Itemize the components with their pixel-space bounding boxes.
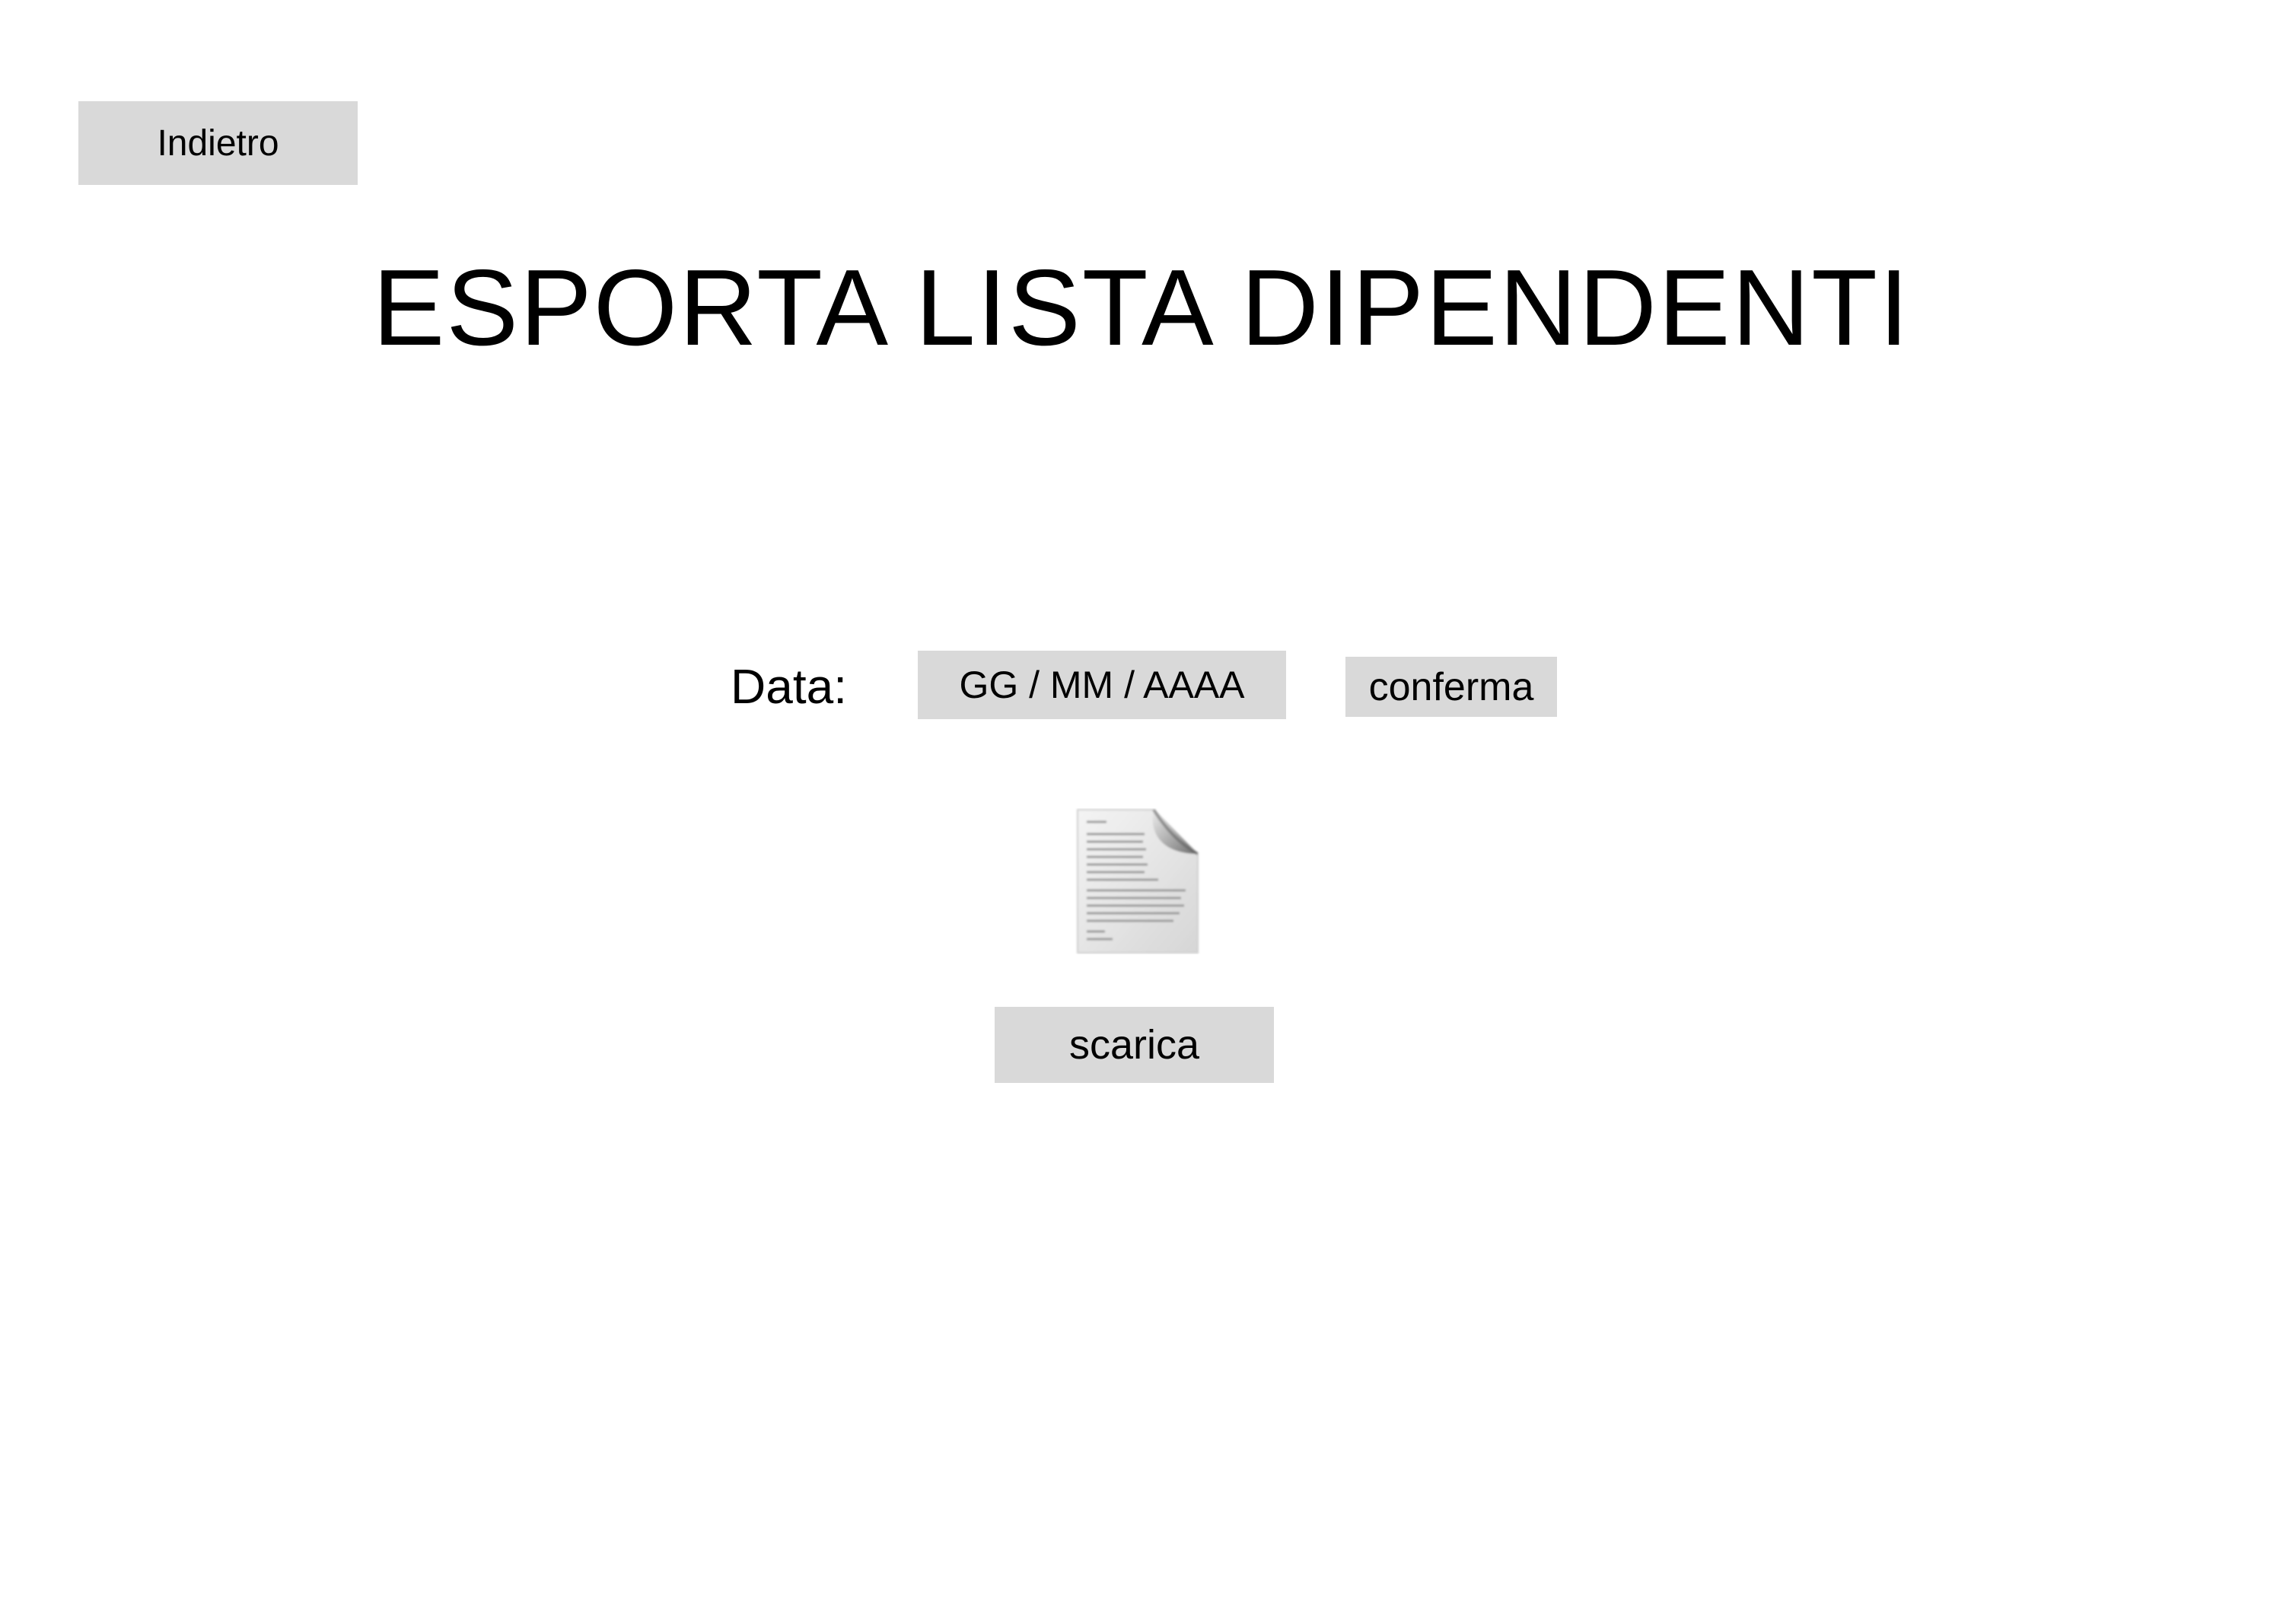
confirm-button[interactable]: conferma	[1345, 657, 1557, 717]
download-button[interactable]: scarica	[995, 1007, 1274, 1083]
document-icon[interactable]	[1075, 808, 1201, 954]
date-input[interactable]	[918, 651, 1286, 719]
back-button[interactable]: Indietro	[78, 101, 358, 185]
date-label: Data:	[731, 659, 847, 714]
page-title: ESPORTA LISTA DIPENDENTI	[372, 247, 1911, 368]
